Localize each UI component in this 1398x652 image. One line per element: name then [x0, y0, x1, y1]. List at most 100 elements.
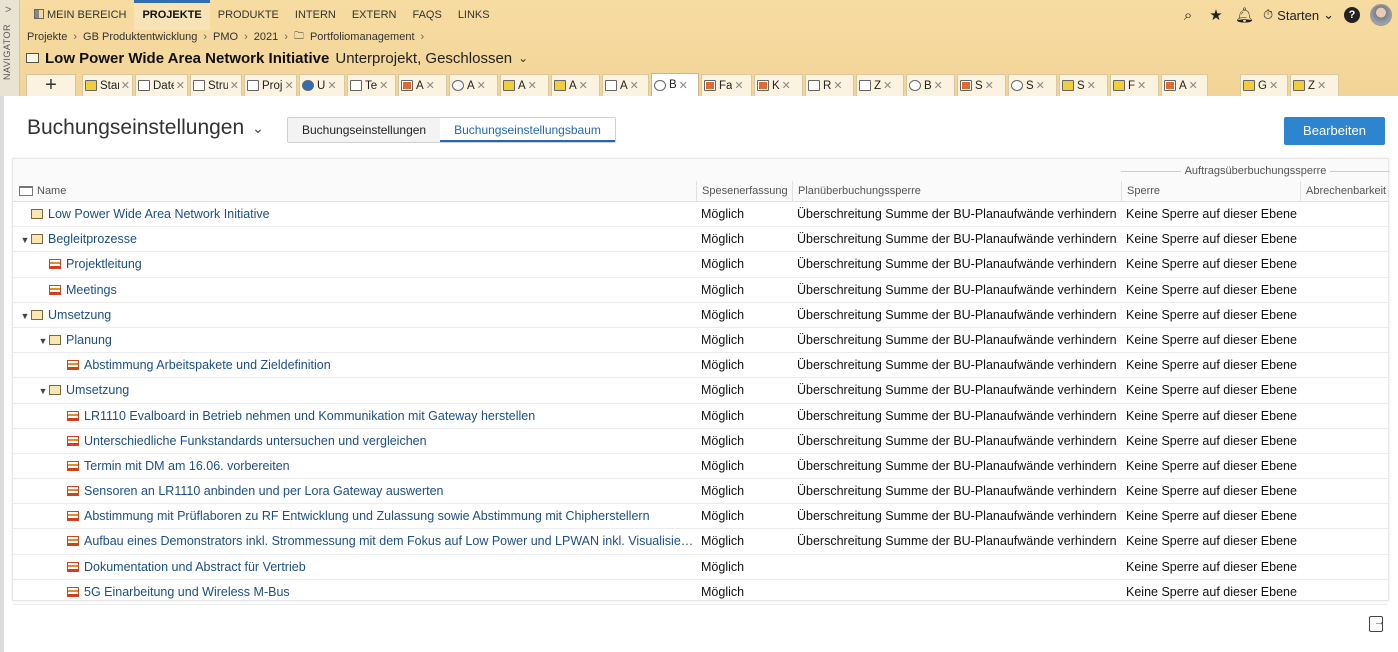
tab-module[interactable]: Z ✕: [856, 74, 904, 96]
close-icon[interactable]: ✕: [379, 79, 388, 92]
tab-module[interactable]: A ✕: [398, 74, 447, 96]
close-icon[interactable]: ✕: [1036, 79, 1045, 92]
close-icon[interactable]: ✕: [230, 79, 239, 92]
node-name[interactable]: Meetings: [66, 283, 117, 297]
notifications-bell-icon[interactable]: 🔔︎: [1235, 6, 1254, 24]
tab-module[interactable]: B ✕: [651, 73, 699, 96]
node-name[interactable]: 5G Einarbeitung und Wireless M-Bus: [84, 585, 290, 599]
tab-module[interactable]: K ✕: [754, 74, 803, 96]
nav-item-extern[interactable]: EXTERN: [344, 0, 405, 30]
node-name[interactable]: Termin mit DM am 16.06. vorbereiten: [84, 459, 290, 473]
close-icon[interactable]: ✕: [679, 79, 688, 92]
node-name[interactable]: Planung: [66, 333, 112, 347]
table-row[interactable]: Unterschiedliche Funkstandards untersuch…: [13, 429, 1388, 454]
tab-module[interactable]: A ✕: [551, 74, 600, 96]
column-header-name[interactable]: Name: [13, 181, 696, 201]
close-icon[interactable]: ✕: [1269, 79, 1278, 92]
node-name[interactable]: Aufbau eines Demonstrators inkl. Stromme…: [84, 534, 695, 548]
edit-button[interactable]: Bearbeiten: [1284, 117, 1385, 145]
project-title[interactable]: Low Power Wide Area Network Initiative U…: [26, 47, 528, 69]
close-icon[interactable]: ✕: [934, 79, 943, 92]
table-row[interactable]: Meetings Möglich Überschreitung Summe der …: [13, 278, 1388, 303]
node-name[interactable]: LR1110 Evalboard in Betrieb nehmen und K…: [84, 409, 535, 423]
tree-node-cell[interactable]: Unterschiedliche Funkstandards untersuch…: [13, 429, 695, 453]
breadcrumb-item[interactable]: 2021: [254, 31, 278, 43]
table-row[interactable]: ▼ Planung Möglich Überschreitung Summe der …: [13, 328, 1388, 354]
table-row[interactable]: LR1110 Evalboard in Betrieb nehmen und K…: [13, 404, 1388, 429]
tree-node-cell[interactable]: 5G Einarbeitung und Wireless M-Bus: [13, 580, 695, 604]
tree-node-cell[interactable]: Termin mit DM am 16.06. vorbereiten: [13, 454, 695, 478]
table-row[interactable]: Projektleitung Möglich Überschreitung Summ…: [13, 252, 1388, 278]
tab-module[interactable]: B ✕: [906, 74, 955, 96]
tab-module[interactable]: Date✕: [135, 74, 188, 96]
tab-module[interactable]: Stru ✕: [190, 74, 242, 96]
close-icon[interactable]: ✕: [528, 79, 537, 92]
close-icon[interactable]: ✕: [426, 79, 435, 92]
table-row[interactable]: ▼ Begleitprozesse Möglich Überschreitung Su…: [13, 227, 1388, 253]
node-name[interactable]: Abstimmung mit Prüflaboren zu RF Entwick…: [84, 509, 650, 523]
tab-module[interactable]: A ✕: [1161, 74, 1208, 96]
tab-module[interactable]: Fa ✕: [701, 74, 752, 96]
tab-module[interactable]: F ✕: [1110, 74, 1159, 96]
tree-node-cell[interactable]: Sensoren an LR1110 anbinden und per Lora…: [13, 479, 695, 503]
node-name[interactable]: Begleitprozesse: [48, 232, 137, 246]
close-icon[interactable]: ✕: [1137, 79, 1146, 92]
table-row[interactable]: Aufbau eines Demonstrators inkl. Stromme…: [13, 529, 1388, 555]
tab-module[interactable]: S ✕: [1059, 74, 1108, 96]
chevron-down-icon[interactable]: ⌄: [518, 51, 528, 65]
help-icon[interactable]: ?: [1344, 7, 1360, 23]
table-row[interactable]: Abstimmung Arbeitspakete und Zieldefinit…: [13, 353, 1388, 379]
node-name[interactable]: Dokumentation und Abstract für Vertrieb: [84, 560, 306, 574]
node-name[interactable]: Unterschiedliche Funkstandards untersuch…: [84, 434, 427, 448]
tree-node-cell[interactable]: Aufbau eines Demonstrators inkl. Stromme…: [13, 529, 695, 553]
node-name[interactable]: Umsetzung: [66, 383, 129, 397]
table-row[interactable]: 5G Einarbeitung und Wireless M-Bus Möglic…: [13, 580, 1388, 605]
favorites-star-icon[interactable]: ★: [1207, 6, 1225, 24]
tree-node-cell[interactable]: ▼ Umsetzung: [13, 378, 695, 402]
tree-node-cell[interactable]: Dokumentation und Abstract für Vertrieb: [13, 555, 695, 579]
table-row[interactable]: ▼ Umsetzung Möglich Überschreitung Summe de…: [13, 303, 1388, 328]
close-icon[interactable]: ✕: [985, 79, 994, 92]
expand-toggle-icon[interactable]: ▼: [19, 304, 31, 327]
node-name[interactable]: Umsetzung: [48, 308, 111, 322]
tab-module[interactable]: Proj ✕: [244, 74, 297, 96]
page-heading[interactable]: Buchungseinstellungen ⌄: [27, 116, 264, 140]
add-tab-button[interactable]: +: [26, 74, 76, 96]
table-row[interactable]: Low Power Wide Area Network Initiative Mö…: [13, 202, 1388, 228]
nav-item-faqs[interactable]: FAQS: [404, 0, 449, 30]
close-icon[interactable]: ✕: [579, 79, 588, 92]
table-row[interactable]: Sensoren an LR1110 anbinden und per Lora…: [13, 479, 1388, 505]
expand-toggle-icon[interactable]: ▼: [37, 379, 49, 402]
tree-node-cell[interactable]: Meetings: [13, 278, 695, 302]
table-row[interactable]: Termin mit DM am 16.06. vorbereiten Mögli…: [13, 454, 1388, 480]
nav-item-intern[interactable]: INTERN: [287, 0, 344, 30]
close-icon[interactable]: ✕: [284, 79, 293, 92]
close-icon[interactable]: ✕: [327, 79, 336, 92]
chevron-down-icon[interactable]: ⌄: [252, 120, 264, 137]
tab-module[interactable]: Z ✕: [1290, 74, 1339, 96]
column-header-abrechenbarkeit[interactable]: Abrechenbarkeit: [1300, 181, 1390, 201]
close-icon[interactable]: ✕: [1317, 79, 1326, 92]
node-name[interactable]: Low Power Wide Area Network Initiative: [48, 207, 270, 221]
node-name[interactable]: Abstimmung Arbeitspakete und Zieldefinit…: [84, 358, 331, 372]
tab-module[interactable]: A ✕: [500, 74, 549, 96]
navigator-expand-icon[interactable]: >: [5, 4, 11, 16]
breadcrumb-item[interactable]: Projekte: [27, 31, 67, 43]
starten-menu[interactable]: ⏱︎ Starten ⌄: [1263, 7, 1334, 23]
column-header-sperre[interactable]: Sperre: [1121, 181, 1300, 201]
nav-item-projekte[interactable]: PROJEKTE: [134, 0, 210, 30]
tab-module[interactable]: Ü ✕: [299, 74, 345, 96]
tab-module[interactable]: R ✕: [805, 74, 854, 96]
breadcrumb-item[interactable]: GB Produktentwicklung: [83, 31, 197, 43]
tree-node-cell[interactable]: Projektleitung: [13, 252, 695, 276]
export-icon[interactable]: [1369, 616, 1385, 632]
table-row[interactable]: ▼ Umsetzung Möglich Überschreitung Summe de…: [13, 378, 1388, 404]
table-row[interactable]: Dokumentation und Abstract für Vertrieb M…: [13, 555, 1388, 580]
node-name[interactable]: Sensoren an LR1110 anbinden und per Lora…: [84, 484, 444, 498]
expand-toggle-icon[interactable]: ▼: [37, 329, 49, 352]
view-option-1[interactable]: Buchungseinstellungsbaum: [440, 118, 615, 142]
table-row[interactable]: Abstimmung mit Prüflaboren zu RF Entwick…: [13, 504, 1388, 530]
tab-module[interactable]: Star✕: [82, 74, 133, 96]
tree-node-cell[interactable]: LR1110 Evalboard in Betrieb nehmen und K…: [13, 404, 695, 428]
close-icon[interactable]: ✕: [782, 79, 791, 92]
